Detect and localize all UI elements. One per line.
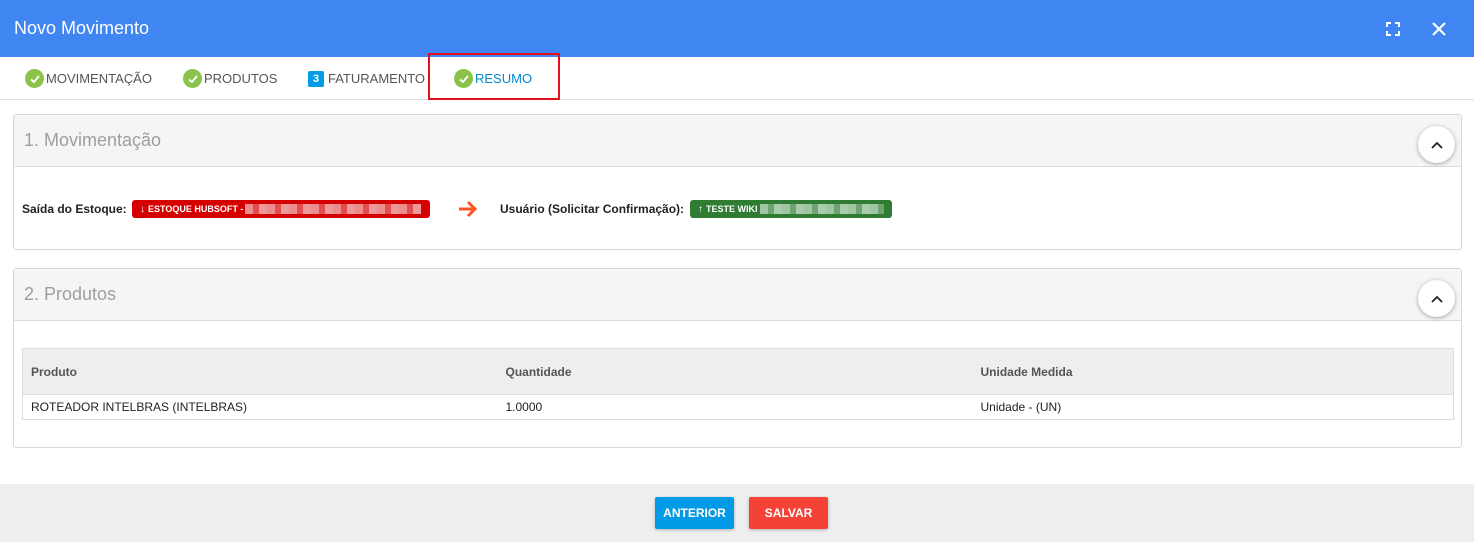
tab-movimentacao[interactable]: MOVIMENTAÇÃO — [25, 57, 152, 100]
save-button[interactable]: SALVAR — [749, 497, 828, 529]
source-badge: ↓ ESTOQUE HUBSOFT - — [132, 200, 430, 218]
panel-title: 1. Movimentação — [24, 130, 162, 150]
arrow-right-icon — [459, 200, 478, 218]
produtos-panel: 2. Produtos Produto Quantidade Unidade M… — [13, 268, 1462, 448]
arrow-down-icon: ↓ — [140, 203, 145, 215]
products-table: Produto Quantidade Unidade Medida ROTEAD… — [22, 348, 1454, 420]
step-number-badge: 3 — [308, 70, 324, 87]
tab-label: MOVIMENTAÇÃO — [46, 71, 152, 86]
source-value: ESTOQUE HUBSOFT - — [148, 204, 244, 214]
tab-label: FATURAMENTO — [328, 71, 426, 86]
movimentacao-panel: 1. Movimentação Saída do Estoque: ↓ ESTO… — [13, 114, 1462, 250]
panel-header: 2. Produtos — [14, 269, 1461, 321]
collapse-button[interactable] — [1418, 126, 1455, 163]
check-circle-icon — [183, 69, 202, 88]
tab-produtos[interactable]: PRODUTOS — [183, 57, 277, 100]
redacted-text — [245, 204, 422, 214]
dialog-header: Novo Movimento — [0, 0, 1474, 57]
tab-label: PRODUTOS — [204, 71, 278, 86]
target-value: TESTE WIKI — [706, 204, 758, 214]
wizard-tabs: MOVIMENTAÇÃO PRODUTOS 3 FATURAMENTO RESU… — [0, 57, 1474, 100]
cell-produto: ROTEADOR INTELBRAS (INTELBRAS) — [22, 394, 498, 420]
close-button[interactable] — [1424, 14, 1454, 44]
cell-unidade: Unidade - (UN) — [972, 394, 1454, 420]
check-circle-icon — [25, 69, 44, 88]
chevron-up-icon — [1430, 141, 1443, 149]
column-header-produto: Produto — [22, 348, 498, 395]
fullscreen-icon — [1386, 22, 1400, 36]
table-row: ROTEADOR INTELBRAS (INTELBRAS) 1.0000 Un… — [22, 394, 1454, 420]
column-header-unidade: Unidade Medida — [972, 348, 1454, 395]
redacted-text — [759, 204, 884, 214]
previous-button[interactable]: ANTERIOR — [655, 497, 734, 529]
tab-faturamento[interactable]: 3 FATURAMENTO — [308, 57, 425, 100]
dialog-title: Novo Movimento — [14, 18, 150, 38]
arrow-up-icon: ↑ — [698, 203, 703, 215]
column-header-quantidade: Quantidade — [497, 348, 973, 395]
active-tab-highlight — [428, 53, 560, 100]
cell-quantidade: 1.0000 — [497, 394, 973, 420]
fullscreen-button[interactable] — [1378, 14, 1408, 44]
source-label: Saída do Estoque: — [22, 202, 127, 216]
target-badge: ↑ TESTE WIKI — [690, 200, 892, 218]
close-icon — [1432, 22, 1446, 36]
chevron-up-icon — [1430, 295, 1443, 303]
dialog-footer: ANTERIOR SALVAR — [0, 484, 1474, 542]
panel-title: 2. Produtos — [24, 284, 117, 304]
table-header-row: Produto Quantidade Unidade Medida — [22, 348, 1454, 395]
target-label: Usuário (Solicitar Confirmação): — [500, 202, 685, 216]
panel-header: 1. Movimentação — [14, 115, 1461, 167]
movimentacao-row: Saída do Estoque: ↓ ESTOQUE HUBSOFT - Us… — [14, 167, 1461, 250]
collapse-button[interactable] — [1418, 280, 1455, 317]
